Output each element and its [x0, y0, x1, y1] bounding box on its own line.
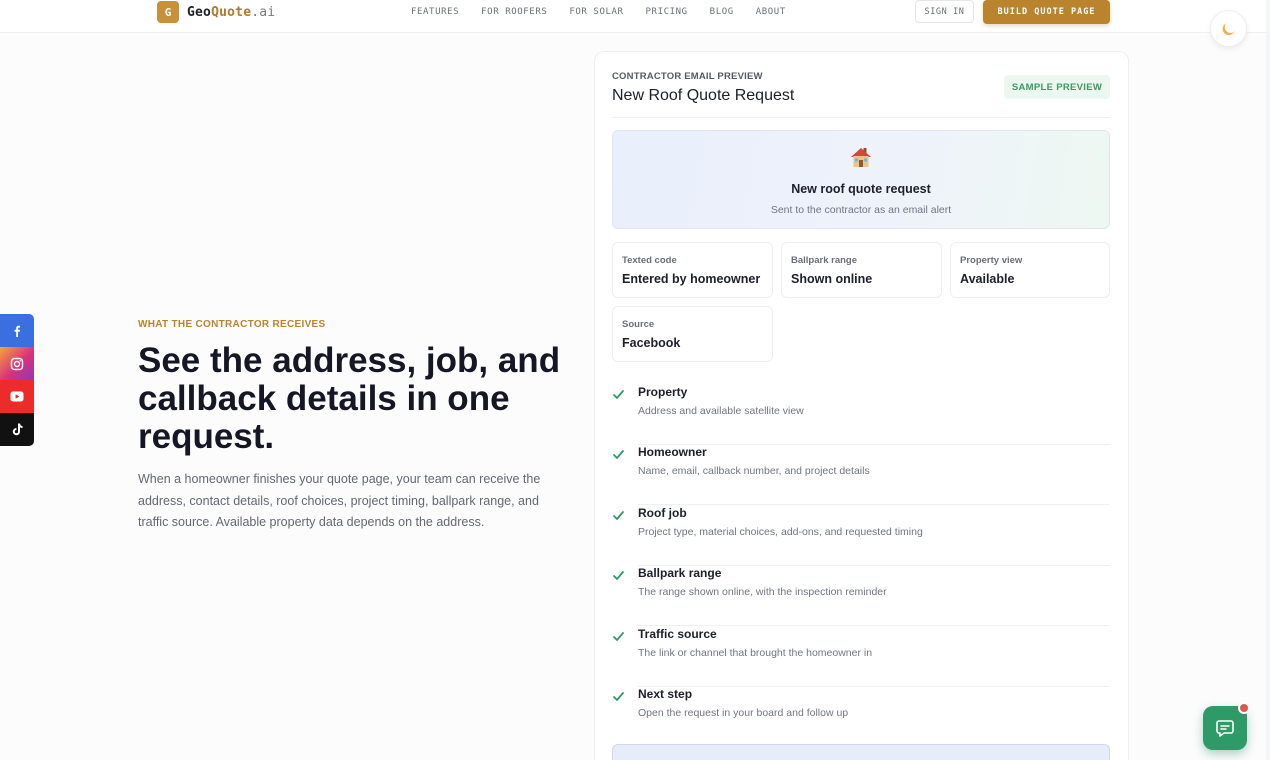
checklist-title: Next step [638, 687, 693, 701]
checklist-title: Property [638, 385, 688, 399]
card-title: New Roof Quote Request [612, 87, 795, 104]
tiktok-link[interactable] [0, 413, 34, 446]
logo-wordmark[interactable]: GeoQuote.ai [187, 5, 275, 20]
checklist-item: Homeowner Name, email, callback number, … [612, 445, 1110, 505]
checklist-description: The range shown online, with the inspect… [638, 586, 887, 598]
stat-label: Source [622, 319, 655, 330]
moon-icon [1222, 22, 1235, 35]
checklist-item: Next step Open the request in your board… [612, 687, 1110, 747]
page-scrollbar[interactable] [1266, 0, 1270, 760]
logo-part-ai: .ai [251, 5, 276, 20]
checklist-title: Homeowner [638, 445, 707, 459]
stat-value: Facebook [622, 336, 681, 350]
stat-label: Texted code [622, 255, 677, 266]
logo-part-quote: Quote [211, 5, 252, 20]
logo-badge[interactable]: G [157, 1, 179, 23]
checklist-title: Traffic source [638, 627, 717, 641]
check-icon [613, 511, 624, 520]
facebook-link[interactable] [0, 314, 34, 347]
main-nav: FEATURES FOR ROOFERS FOR SOLAR PRICING B… [411, 7, 808, 17]
alert-title: New roof quote request [791, 182, 931, 196]
checklist-item: Traffic source The link or channel that … [612, 627, 1110, 687]
checklist-description: The link or channel that brought the hom… [638, 647, 873, 659]
alert-subtitle: Sent to the contractor as an email alert [770, 204, 952, 216]
checklist-description: Name, email, callback number, and projec… [638, 465, 870, 477]
youtube-link[interactable] [0, 380, 34, 413]
social-sidebar [0, 314, 34, 446]
checklist-description: Address and available satellite view [638, 405, 804, 417]
row-divider [638, 504, 1110, 505]
nav-for-roofers[interactable]: FOR ROOFERS [481, 7, 547, 17]
row-divider [638, 625, 1110, 626]
stat-value: Available [960, 272, 1015, 286]
checklist-item: Ballpark range The range shown online, w… [612, 566, 1110, 626]
nav-for-solar[interactable]: FOR SOLAR [569, 7, 623, 17]
checklist-item: Roof job Project type, material choices,… [612, 506, 1110, 566]
stat-texted-code: Texted code Entered by homeowner [612, 242, 773, 298]
youtube-icon [10, 391, 24, 402]
stat-value: Entered by homeowner [622, 272, 761, 286]
stat-value: Shown online [791, 272, 873, 286]
checklist-description: Open the request in your board and follo… [638, 707, 849, 719]
nav-features[interactable]: FEATURES [411, 7, 459, 17]
house-icon [851, 148, 871, 167]
sample-preview-badge: SAMPLE PREVIEW [1004, 75, 1110, 99]
site-header: G GeoQuote.ai FEATURES FOR ROOFERS FOR S… [0, 0, 1270, 33]
checklist-title: Roof job [638, 506, 687, 520]
sign-in-button[interactable]: SIGN IN [915, 0, 974, 23]
tiktok-icon [12, 423, 23, 436]
checklist-description: Project type, material choices, add-ons,… [638, 526, 923, 538]
stat-source: Source Facebook [612, 306, 773, 362]
stat-property-view: Property view Available [950, 242, 1110, 298]
card-eyebrow: CONTRACTOR EMAIL PREVIEW [612, 71, 763, 82]
build-quote-page-button[interactable]: BUILD QUOTE PAGE [983, 0, 1110, 24]
card-divider [612, 117, 1110, 118]
section-description: When a homeowner finishes your quote pag… [138, 472, 541, 529]
instagram-icon [10, 357, 24, 370]
check-icon [613, 390, 624, 399]
stat-label: Ballpark range [791, 255, 857, 266]
section-headline: See the address, job, and callback detai… [138, 341, 561, 456]
nav-pricing[interactable]: PRICING [646, 7, 688, 17]
nav-about[interactable]: ABOUT [756, 7, 786, 17]
check-icon [613, 571, 624, 580]
open-request-banner[interactable] [612, 744, 1110, 760]
checklist-item: Property Address and available satellite… [612, 385, 1110, 445]
stat-label: Property view [960, 255, 1023, 266]
check-icon [613, 450, 624, 459]
check-icon [613, 692, 624, 701]
theme-toggle-button[interactable] [1210, 10, 1247, 47]
checklist-title: Ballpark range [638, 566, 722, 580]
instagram-link[interactable] [0, 347, 34, 380]
nav-blog[interactable]: BLOG [710, 7, 734, 17]
facebook-icon [14, 325, 20, 337]
logo-part-geo: Geo [187, 5, 212, 20]
notification-dot [1238, 702, 1250, 714]
stat-ballpark-range: Ballpark range Shown online [781, 242, 942, 298]
section-eyebrow: WHAT THE CONTRACTOR RECEIVES [138, 319, 326, 330]
check-icon [613, 632, 624, 641]
chat-icon [1216, 720, 1234, 737]
